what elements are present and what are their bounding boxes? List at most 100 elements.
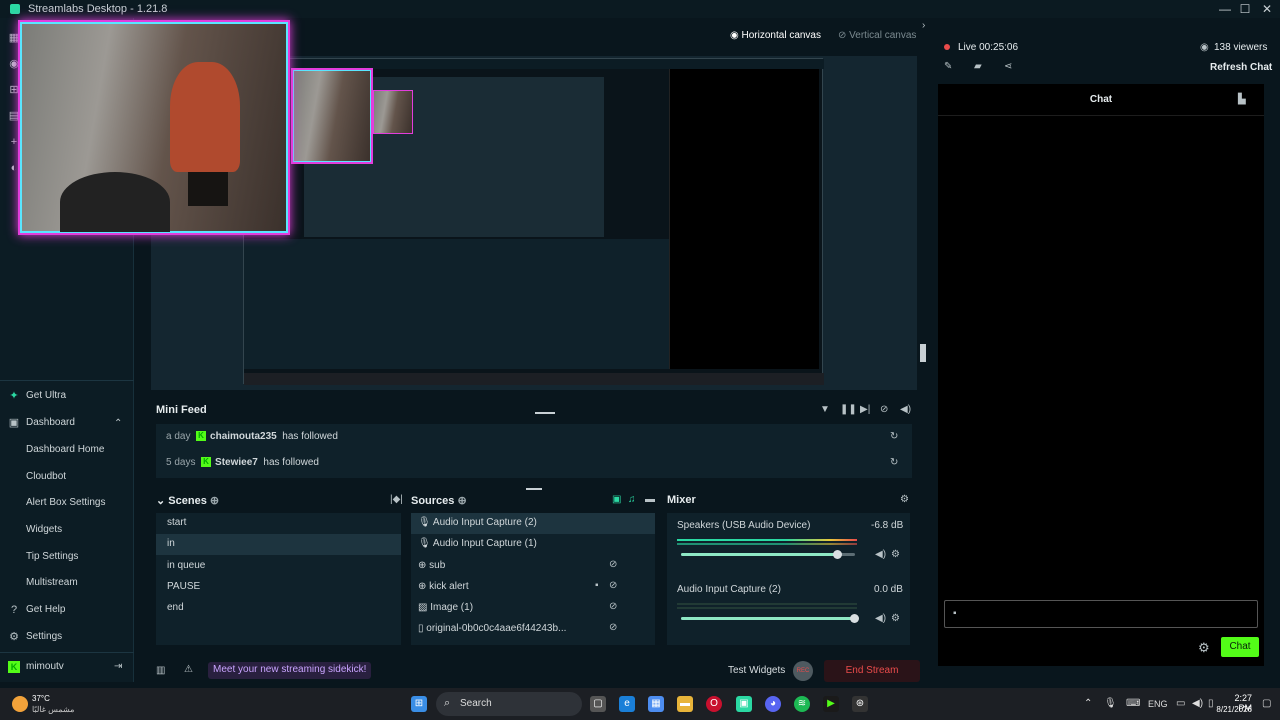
audio-sources-icon[interactable]: ♫ <box>628 494 636 505</box>
filter-icon[interactable]: ▼ <box>820 404 830 415</box>
lock-icon[interactable]: ▪ <box>595 580 599 591</box>
visibility-off-icon[interactable]: ⊘ <box>609 601 617 612</box>
scene-item[interactable]: PAUSE <box>156 577 401 598</box>
nav-multistream[interactable]: Multistream <box>26 577 78 588</box>
chat-input[interactable]: ▪ <box>944 600 1258 628</box>
source-item[interactable]: 🎙 Audio Input Capture (2) <box>411 513 655 534</box>
help-icon: ? <box>10 604 18 616</box>
discord-icon[interactable]: ◕ <box>765 696 781 712</box>
add-scene-icon[interactable]: ⊕ <box>210 495 219 507</box>
mixer-settings-gear-icon[interactable]: ⚙ <box>900 494 909 505</box>
performance-chart-icon[interactable]: ▥ <box>156 665 165 676</box>
resize-handle[interactable] <box>920 344 926 362</box>
eye-icon: ◉ <box>730 30 742 41</box>
scenes-list: start in in queue PAUSE end <box>156 513 401 645</box>
visibility-off-icon[interactable]: ⊘ <box>609 622 617 633</box>
speaker-icon[interactable]: ◀) <box>875 549 886 560</box>
eye-off-icon: ⊘ <box>838 30 850 41</box>
language-indicator[interactable]: ENG <box>1148 699 1168 709</box>
chat-settings-gear-icon[interactable]: ⚙ <box>1198 640 1210 656</box>
minifeed-title: Mini Feed <box>156 404 207 416</box>
alert-icon[interactable]: ⚠ <box>184 664 193 675</box>
task-view-icon[interactable]: ▢ <box>590 696 606 712</box>
folder-icon[interactable]: ▬ <box>645 494 655 505</box>
volume-slider-knob[interactable] <box>833 550 842 559</box>
nav-alert-box-settings[interactable]: Alert Box Settings <box>26 497 105 508</box>
store-icon[interactable]: ▦ <box>648 696 664 712</box>
clock-date[interactable]: 8/21/2026 <box>1212 705 1252 714</box>
tab-horizontal-canvas[interactable]: ◉ Horizontal canvas <box>730 30 821 41</box>
source-item[interactable]: ▨ Image (1) <box>411 598 655 619</box>
viewers-eye-icon: ◉ <box>1200 42 1209 53</box>
scene-item[interactable]: end <box>156 598 401 619</box>
tab-vertical-canvas[interactable]: ⊘ Vertical canvas <box>838 30 916 41</box>
collapse-right-chevron-icon[interactable]: › <box>922 20 925 31</box>
opera-icon[interactable]: O <box>706 696 722 712</box>
nav-widgets[interactable]: Widgets <box>26 524 62 535</box>
source-item[interactable]: ⊕ kick alert <box>411 577 655 598</box>
network-icon[interactable]: ▭ <box>1176 698 1185 709</box>
send-chat-button[interactable]: Chat <box>1221 637 1259 657</box>
source-group-icon[interactable]: ▣ <box>612 494 621 505</box>
pause-icon[interactable]: ❚❚ <box>840 404 857 415</box>
scene-item-selected[interactable]: in <box>156 534 401 555</box>
test-widgets-button[interactable]: Test Widgets <box>728 665 785 676</box>
chevron-up-icon[interactable]: ⌃ <box>114 418 122 429</box>
tray-chevron-icon[interactable]: ⌃ <box>1084 698 1092 709</box>
scene-item[interactable]: start <box>156 513 401 534</box>
edit-stream-info-icon[interactable]: ✎ <box>944 61 952 72</box>
source-item[interactable]: ▯ original-0b0c0c4aae6f44243b... <box>411 619 655 640</box>
keyboard-icon[interactable]: ⌨ <box>1126 698 1140 709</box>
nav-tip-settings[interactable]: Tip Settings <box>26 551 78 562</box>
user-name[interactable]: mimoutv <box>26 661 64 672</box>
mute-alerts-icon[interactable]: ⊘ <box>880 404 888 415</box>
nav-get-ultra[interactable]: Get Ultra <box>26 390 66 401</box>
taskbar-search[interactable]: ⌕ Search <box>436 692 582 716</box>
clips-icon[interactable]: ▰ <box>974 61 982 72</box>
audio-meter <box>677 603 857 605</box>
minimize-icon[interactable]: — <box>1214 1 1236 17</box>
refresh-chat-button[interactable]: Refresh Chat <box>1210 62 1272 73</box>
visibility-off-icon[interactable]: ⊘ <box>609 559 617 570</box>
nav-dashboard-home[interactable]: Dashboard Home <box>26 444 104 455</box>
streamlabs-taskbar-icon[interactable]: ▣ <box>736 696 752 712</box>
kick-app-icon[interactable]: ▶ <box>823 696 839 712</box>
webcam-overlay[interactable] <box>18 20 290 235</box>
volume-icon[interactable]: ◀) <box>900 404 911 415</box>
source-item[interactable]: ⊕ sub <box>411 556 655 577</box>
edge-icon[interactable]: e <box>619 696 635 712</box>
mixer-channel-name: Audio Input Capture (2) <box>677 584 781 595</box>
volume-slider-knob[interactable] <box>850 614 859 623</box>
maximize-icon[interactable]: ☐ <box>1234 1 1256 17</box>
channel-settings-gear-icon[interactable]: ⚙ <box>891 613 900 624</box>
file-explorer-icon[interactable]: ▬ <box>677 696 693 712</box>
channel-settings-gear-icon[interactable]: ⚙ <box>891 549 900 560</box>
record-button[interactable]: REC <box>793 661 813 681</box>
nav-settings[interactable]: Settings <box>26 631 62 642</box>
nav-get-help[interactable]: Get Help <box>26 604 65 615</box>
logout-icon[interactable]: ⇥ <box>114 661 122 672</box>
replay-icon[interactable]: ↻ <box>890 457 898 468</box>
skip-icon[interactable]: ▶| <box>860 404 870 415</box>
microphone-icon[interactable]: 🎙 <box>1104 698 1117 709</box>
add-source-icon[interactable]: ⊕ <box>457 495 466 507</box>
windows-start-icon[interactable]: ⊞ <box>411 696 427 712</box>
notifications-icon[interactable]: ▢ <box>1262 698 1271 709</box>
source-item[interactable]: 🎙 Audio Input Capture (1) <box>411 534 655 555</box>
app-icon[interactable]: ⊛ <box>852 696 868 712</box>
footer-bar: ▥ ⚠ Meet your new streaming sidekick! Te… <box>134 656 920 682</box>
scene-item[interactable]: in queue <box>156 556 401 577</box>
scene-transition-icon[interactable]: |◆| <box>390 494 403 505</box>
nav-cloudbot[interactable]: Cloudbot <box>26 471 66 482</box>
close-icon[interactable]: ✕ <box>1256 1 1278 17</box>
visibility-off-icon[interactable]: ⊘ <box>609 580 617 591</box>
end-stream-button[interactable]: End Stream <box>824 660 920 682</box>
share-icon[interactable]: ⋖ <box>1004 61 1012 72</box>
spotify-icon[interactable]: ≋ <box>794 696 810 712</box>
chat-users-icon[interactable]: ▙ <box>1238 94 1246 105</box>
speaker-icon[interactable]: ◀) <box>875 613 886 624</box>
promo-banner[interactable]: Meet your new streaming sidekick! <box>208 662 372 679</box>
volume-icon[interactable]: ◀) <box>1192 698 1203 709</box>
nav-dashboard[interactable]: Dashboard <box>26 417 75 428</box>
replay-icon[interactable]: ↻ <box>890 431 898 442</box>
